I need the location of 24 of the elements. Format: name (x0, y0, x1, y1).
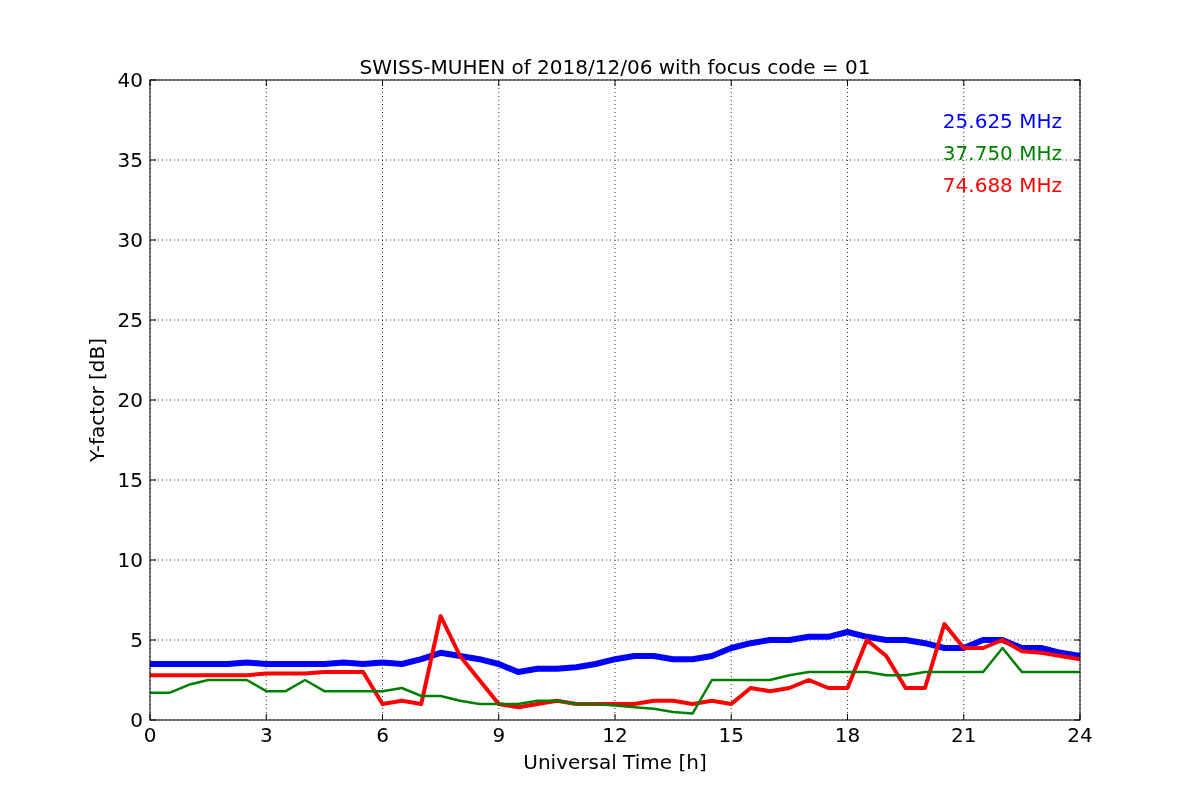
tick-label: 25 (117, 308, 143, 332)
tick-label: 15 (718, 723, 744, 747)
legend-label: 37.750 MHz (942, 141, 1062, 165)
tick-label: 24 (1067, 723, 1093, 747)
tick-label: 0 (130, 708, 143, 732)
tick-label: 15 (117, 468, 143, 492)
tick-label: 0 (143, 723, 157, 747)
tick-label: 21 (951, 723, 977, 747)
tick-label: 18 (834, 723, 861, 747)
tick-label: 9 (492, 723, 506, 747)
chart-title: SWISS-MUHEN of 2018/12/06 with focus code = 01 (359, 55, 871, 79)
y-axis-label: Y-factor [dB] (85, 338, 109, 462)
tick-label: 40 (117, 68, 143, 92)
tick-label: 20 (117, 388, 143, 412)
tick-label: 6 (376, 723, 389, 747)
tick-label: 5 (130, 628, 143, 652)
legend-label: 25.625 MHz (942, 109, 1062, 133)
legend-label: 74.688 MHz (942, 173, 1062, 197)
tick-label: 10 (117, 548, 143, 572)
tick-label: 12 (602, 723, 628, 747)
tick-label: 3 (259, 723, 273, 747)
tick-label: 30 (117, 228, 143, 252)
x-axis-label: Universal Time [h] (523, 750, 707, 774)
tick-label: 35 (117, 148, 143, 172)
